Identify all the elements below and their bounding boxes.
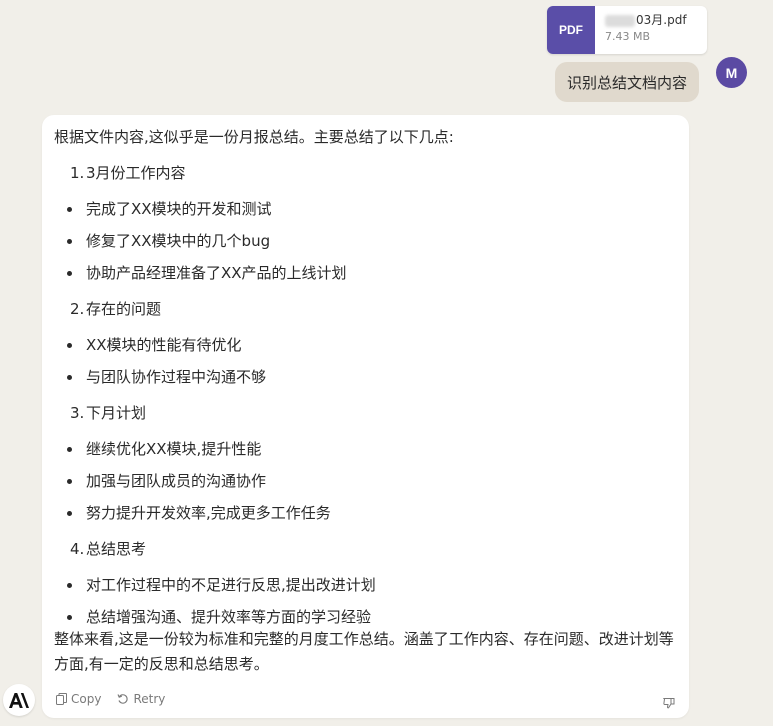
assistant-intro: 根据文件内容,这似乎是一份月报总结。主要总结了以下几点: bbox=[54, 128, 454, 146]
section-number: 2. bbox=[70, 300, 85, 318]
attachment-filename-text: 03月.pdf bbox=[636, 13, 687, 27]
avatar-initial: M bbox=[725, 64, 738, 81]
assistant-summary: 整体来看,这是一份较为标准和完整的月度工作总结。涵盖了工作内容、存在问题、改进计… bbox=[54, 630, 674, 673]
section-heading: 3. 下月计划 bbox=[54, 403, 679, 423]
section-heading: 2. 存在的问题 bbox=[54, 299, 679, 319]
attachment-info: 03月.pdf 7.43 MB bbox=[595, 6, 687, 54]
section-number: 1. bbox=[70, 164, 85, 182]
list-item: 总结增强沟通、提升效率等方面的学习经验 bbox=[54, 607, 679, 627]
list-item: XX模块的性能有待优化 bbox=[54, 335, 679, 355]
attachment-size: 7.43 MB bbox=[605, 30, 651, 43]
user-message-bubble: 识别总结文档内容 bbox=[555, 62, 700, 102]
list-item: 努力提升开发效率,完成更多工作任务 bbox=[54, 503, 679, 523]
section-number: 4. bbox=[70, 540, 85, 558]
section-title: 下月计划 bbox=[86, 404, 147, 422]
list-item: 加强与团队成员的沟通协作 bbox=[54, 471, 679, 491]
retry-button[interactable]: Retry bbox=[117, 692, 165, 706]
list-item: 继续优化XX模块,提升性能 bbox=[54, 439, 679, 459]
list-item: 修复了XX模块中的几个bug bbox=[54, 231, 679, 251]
bullet-list: 完成了XX模块的开发和测试 修复了XX模块中的几个bug 协助产品经理准备了XX… bbox=[54, 199, 679, 283]
retry-icon bbox=[117, 694, 129, 704]
section-title: 存在的问题 bbox=[86, 300, 162, 318]
anthropic-logo-mark bbox=[9, 692, 29, 708]
section-heading: 1. 3月份工作内容 bbox=[54, 163, 679, 183]
bullet-list: 对工作过程中的不足进行反思,提出改进计划 总结增强沟通、提升效率等方面的学习经验 bbox=[54, 575, 679, 627]
section-heading: 4. 总结思考 bbox=[54, 539, 679, 559]
user-message-text: 识别总结文档内容 bbox=[567, 73, 688, 92]
assistant-message: 根据文件内容,这似乎是一份月报总结。主要总结了以下几点: 1. 3月份工作内容 … bbox=[42, 115, 689, 718]
bullet-list: XX模块的性能有待优化 与团队协作过程中沟通不够 bbox=[54, 335, 679, 387]
section-title: 3月份工作内容 bbox=[86, 164, 186, 182]
section-title: 总结思考 bbox=[86, 540, 147, 558]
copy-label: Copy bbox=[71, 692, 102, 706]
message-actions: Copy Retry bbox=[56, 692, 181, 706]
file-attachment[interactable]: PDF 03月.pdf 7.43 MB bbox=[547, 6, 707, 54]
thumbs-down-icon bbox=[662, 698, 675, 709]
user-avatar[interactable]: M bbox=[716, 57, 747, 88]
redacted-filename-part bbox=[605, 14, 635, 27]
pdf-badge: PDF bbox=[547, 6, 595, 54]
retry-label: Retry bbox=[133, 692, 166, 706]
attachment-filename: 03月.pdf bbox=[605, 13, 687, 28]
list-item: 协助产品经理准备了XX产品的上线计划 bbox=[54, 263, 679, 283]
copy-icon bbox=[56, 693, 67, 705]
list-item: 完成了XX模块的开发和测试 bbox=[54, 199, 679, 219]
copy-button[interactable]: Copy bbox=[56, 692, 101, 706]
assistant-message-body: 根据文件内容,这似乎是一份月报总结。主要总结了以下几点: 1. 3月份工作内容 … bbox=[54, 127, 679, 677]
list-item: 对工作过程中的不足进行反思,提出改进计划 bbox=[54, 575, 679, 595]
bullet-list: 继续优化XX模块,提升性能 加强与团队成员的沟通协作 努力提升开发效率,完成更多… bbox=[54, 439, 679, 523]
list-item: 与团队协作过程中沟通不够 bbox=[54, 367, 679, 387]
anthropic-logo bbox=[3, 684, 35, 716]
section-number: 3. bbox=[70, 404, 85, 422]
thumbs-down-button[interactable] bbox=[662, 694, 675, 713]
